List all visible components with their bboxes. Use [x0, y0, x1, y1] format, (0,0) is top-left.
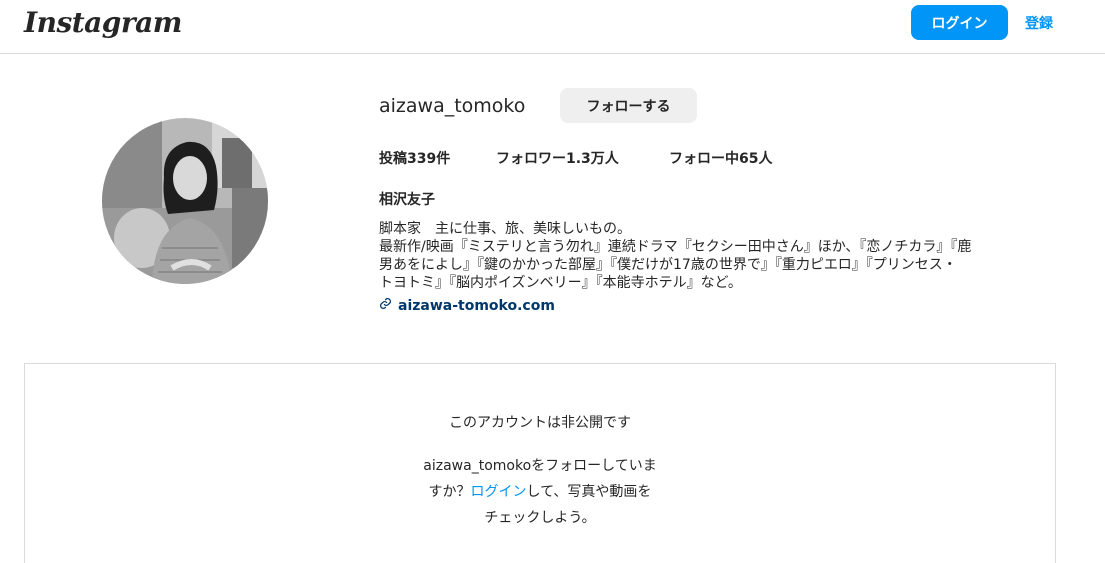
link-icon — [379, 297, 392, 314]
private-message-line: すか？ログインして、写真や動画を — [25, 479, 1055, 505]
profile-avatar — [102, 118, 268, 284]
profile-bio: 脚本家 主に仕事、旅、美味しいもの。 最新作/映画『ミステリと言う勿れ』連続ドラ… — [379, 220, 1059, 292]
followers-label: フォロワー — [496, 151, 566, 167]
bio-line: 男あをによし』『鍵のかかった部屋』『僕だけが17歳の世界で』『重力ピエロ』『プリ… — [379, 257, 957, 273]
following-stat[interactable]: フォロー中65人 — [669, 148, 772, 168]
instagram-logo[interactable]: Instagram — [24, 6, 182, 39]
following-count: 65人 — [739, 151, 773, 167]
private-message-text: すか？ — [428, 484, 471, 500]
follow-button[interactable]: フォローする — [560, 88, 697, 123]
private-account-title: このアカウントは非公開です — [449, 415, 631, 431]
followers-count: 1.3万人 — [566, 151, 619, 167]
top-navigation-bar: Instagram ログイン 登録 — [0, 0, 1105, 54]
bio-line: 脚本家 主に仕事、旅、美味しいもの。 — [379, 221, 631, 237]
private-account-message: aizawa_tomokoをフォローしていま すか？ログインして、写真や動画を … — [25, 453, 1055, 531]
bio-line: トヨトミ』『脳内ポイズンベリー』『本能寺ホテル』など。 — [379, 275, 742, 291]
profile-full-name: 相沢友子 — [379, 192, 435, 208]
posts-count: 339件 — [407, 151, 451, 167]
posts-label: 投稿 — [379, 151, 407, 167]
website-link[interactable]: aizawa-tomoko.com — [379, 297, 555, 314]
private-login-link[interactable]: ログイン — [471, 484, 527, 500]
posts-stat: 投稿339件 — [379, 148, 450, 168]
private-message-text: して、写真や動画を — [526, 484, 652, 500]
profile-username: aizawa_tomoko — [379, 95, 526, 117]
website-url: aizawa-tomoko.com — [398, 297, 555, 314]
private-message-line: aizawa_tomokoをフォローしていま — [423, 458, 657, 474]
bio-line: 最新作/映画『ミステリと言う勿れ』連続ドラマ『セクシー田中さん』ほか、『恋ノチカ… — [379, 239, 972, 255]
followers-stat[interactable]: フォロワー1.3万人 — [496, 148, 619, 168]
private-message-line: チェックしよう。 — [484, 510, 596, 526]
following-label: フォロー中 — [669, 151, 739, 167]
private-account-panel: このアカウントは非公開です aizawa_tomokoをフォローしていま すか？… — [24, 363, 1056, 563]
signup-link[interactable]: 登録 — [1025, 13, 1053, 33]
login-button[interactable]: ログイン — [911, 5, 1008, 40]
